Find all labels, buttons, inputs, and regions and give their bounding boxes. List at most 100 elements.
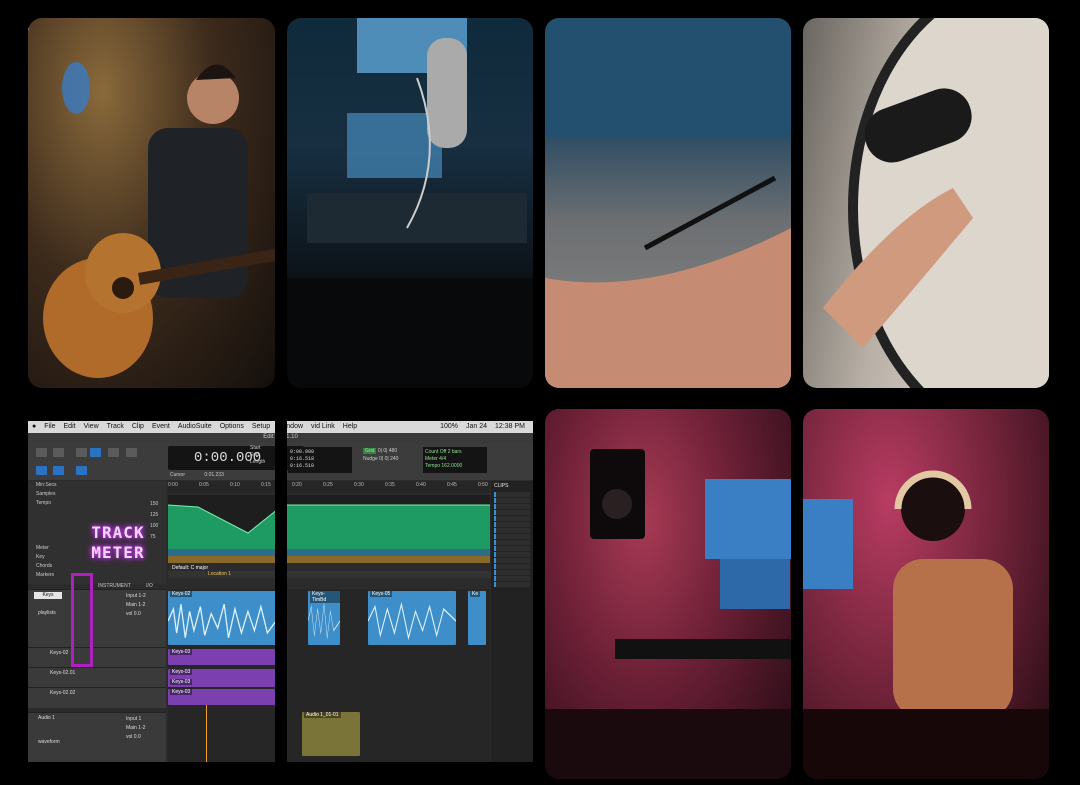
menu-clip[interactable]: Clip — [132, 421, 144, 433]
zoom-tool-icon[interactable] — [53, 448, 64, 457]
clips-list-item[interactable] — [494, 522, 530, 527]
ruler-tick: 0:50 — [478, 482, 488, 488]
clip-keys-03-d[interactable]: Keys-03 — [168, 689, 276, 705]
track-header-keys-02-02[interactable]: Keys-02.02 — [28, 687, 166, 708]
track-output[interactable]: Main 1-2 — [126, 601, 146, 610]
length-label: Length — [250, 459, 266, 465]
cursor-value: 0:01.233 — [204, 472, 224, 478]
ruler-minsecs: Min:Secs — [36, 482, 57, 488]
clips-list-item[interactable] — [494, 570, 530, 575]
clip-keys-02[interactable]: Keys-02 — [168, 591, 276, 645]
clip-keys-03-a[interactable]: Keys-03 — [168, 649, 276, 665]
nudge-value[interactable]: 0| 0| 240 — [379, 456, 398, 462]
ruler-tick: 0:45 — [447, 482, 457, 488]
photo-guitarist — [28, 18, 275, 388]
clip-keys-03-c[interactable]: Keys-03 — [168, 679, 276, 687]
track-header-audio-1[interactable]: Audio 1 waveform Input 1 Main 1-2 vol 0.… — [28, 712, 166, 762]
apple-icon[interactable]: ● — [32, 421, 36, 433]
clips-panel-title: CLIPS — [494, 483, 509, 489]
menu-help[interactable]: Help — [343, 421, 357, 433]
track-header-keys-02-01[interactable]: Keys-02.01 — [28, 667, 166, 688]
menu-time: 12:38 PM — [495, 423, 525, 430]
photo-studio-microphone — [287, 18, 533, 388]
ruler-tick: 0:35 — [385, 482, 395, 488]
cursor-label: Cursor — [170, 472, 186, 478]
nudge-label: Nudge — [363, 456, 378, 462]
ruler-tempo: Tempo — [36, 500, 52, 506]
photo-red-studio-desk — [545, 409, 791, 779]
clips-list-item[interactable] — [494, 492, 530, 497]
ruler-samples: Samples — [36, 491, 56, 497]
clips-list-item[interactable] — [494, 504, 530, 509]
grid-label: Grid — [363, 448, 377, 454]
clips-list-item[interactable] — [494, 546, 530, 551]
ruler-chords: Chords — [36, 563, 53, 569]
end-label: End — [250, 452, 259, 458]
tempo-scale-150: 150 — [150, 501, 159, 507]
clips-list-item[interactable] — [494, 582, 530, 587]
playhead-cursor[interactable] — [206, 705, 207, 762]
meter-lane[interactable]: Default: 4/4 — [168, 549, 490, 564]
clip-audio-1-01-01[interactable]: Audio 1_01-01 — [302, 712, 360, 756]
ruler-tick: 0:25 — [323, 482, 333, 488]
track-input[interactable]: Input 1-2 — [126, 592, 146, 601]
clip-keys-timbd[interactable]: Keys-TimBd — [308, 591, 340, 645]
menu-options[interactable]: Options — [220, 421, 244, 433]
clips-list-item[interactable] — [494, 576, 530, 581]
photo-musician-headphones — [803, 409, 1049, 779]
grid-value[interactable]: 0| 0| 480 — [378, 448, 397, 454]
clips-list-item[interactable] — [494, 528, 530, 533]
clip-ke[interactable]: Ke — [468, 591, 486, 645]
clips-list-item[interactable] — [494, 540, 530, 545]
tempo-scale-125: 125 — [150, 512, 159, 518]
menu-event[interactable]: Event — [152, 421, 170, 433]
photo-drum-microphone — [803, 18, 1049, 388]
ruler-tick: 0:40 — [416, 482, 426, 488]
menu-file[interactable]: File — [44, 421, 55, 433]
selection-counter[interactable]: 0:00.000 0:16.518 0:16.518 — [288, 447, 352, 473]
menu-edit[interactable]: Edit — [64, 421, 76, 433]
track-meter-overlay-title: TRACK METER — [91, 523, 145, 562]
key-lane[interactable]: Default: C major — [168, 556, 490, 571]
tab-to-transient-button[interactable] — [76, 466, 87, 475]
track-header-keys-02[interactable]: Keys-02 — [28, 647, 166, 668]
trim-tool-icon[interactable] — [76, 448, 87, 457]
clips-list-item[interactable] — [494, 510, 530, 515]
ruler-markers: Markers — [36, 572, 55, 578]
tile-gap — [275, 409, 287, 779]
menu-setup[interactable]: Setup — [252, 421, 270, 433]
clips-list-item[interactable] — [494, 564, 530, 569]
clips-list-item[interactable] — [494, 498, 530, 503]
edit-mode-button[interactable] — [36, 466, 47, 475]
smart-tool-icon[interactable] — [90, 448, 101, 457]
marker-location[interactable]: Location 1 — [168, 571, 530, 578]
clips-list-panel[interactable]: CLIPS — [491, 481, 533, 762]
count-off-meter-tempo[interactable]: Count Off 2 bars Meter 4/4 Tempo 162.000… — [423, 447, 487, 473]
track-header-keys[interactable]: Keys playlists Input 1-2 Main 1-2 vol 0.… — [28, 589, 166, 648]
photo-mic-placement — [545, 18, 791, 388]
track-name[interactable]: Keys — [34, 592, 62, 599]
ruler-tick: 0:30 — [354, 482, 364, 488]
ruler-tick: 0:10 — [230, 482, 240, 488]
menu-avid-link[interactable]: vid Link — [311, 421, 335, 433]
clips-list-item[interactable] — [494, 558, 530, 563]
link-button[interactable] — [53, 466, 64, 475]
clips-list-item[interactable] — [494, 552, 530, 557]
menu-audiosuite[interactable]: AudioSuite — [178, 421, 212, 433]
timeline-ruler[interactable]: 0:00 0:05 0:10 0:15 0:20 0:25 0:30 0:35 0:40 0:45… — [168, 481, 490, 493]
menu-track[interactable]: Track — [107, 421, 124, 433]
ruler-tick: 0:00 — [168, 482, 178, 488]
tempo-lane[interactable] — [168, 495, 490, 549]
mode-shuffle-button[interactable] — [36, 448, 47, 457]
track-meter-highlight — [71, 573, 93, 667]
ruler-tick: 0:15 — [261, 482, 271, 488]
clips-list-item[interactable] — [494, 534, 530, 539]
menu-view[interactable]: View — [84, 421, 99, 433]
start-label: Start — [250, 445, 261, 451]
ruler-tick: 0:20 — [292, 482, 302, 488]
clips-list-item[interactable] — [494, 516, 530, 521]
menu-date: Jan 24 — [466, 423, 488, 430]
grabber-tool-icon[interactable] — [108, 448, 119, 457]
pencil-tool-icon[interactable] — [126, 448, 137, 457]
clip-keys-05[interactable]: Keys-05 — [368, 591, 456, 645]
